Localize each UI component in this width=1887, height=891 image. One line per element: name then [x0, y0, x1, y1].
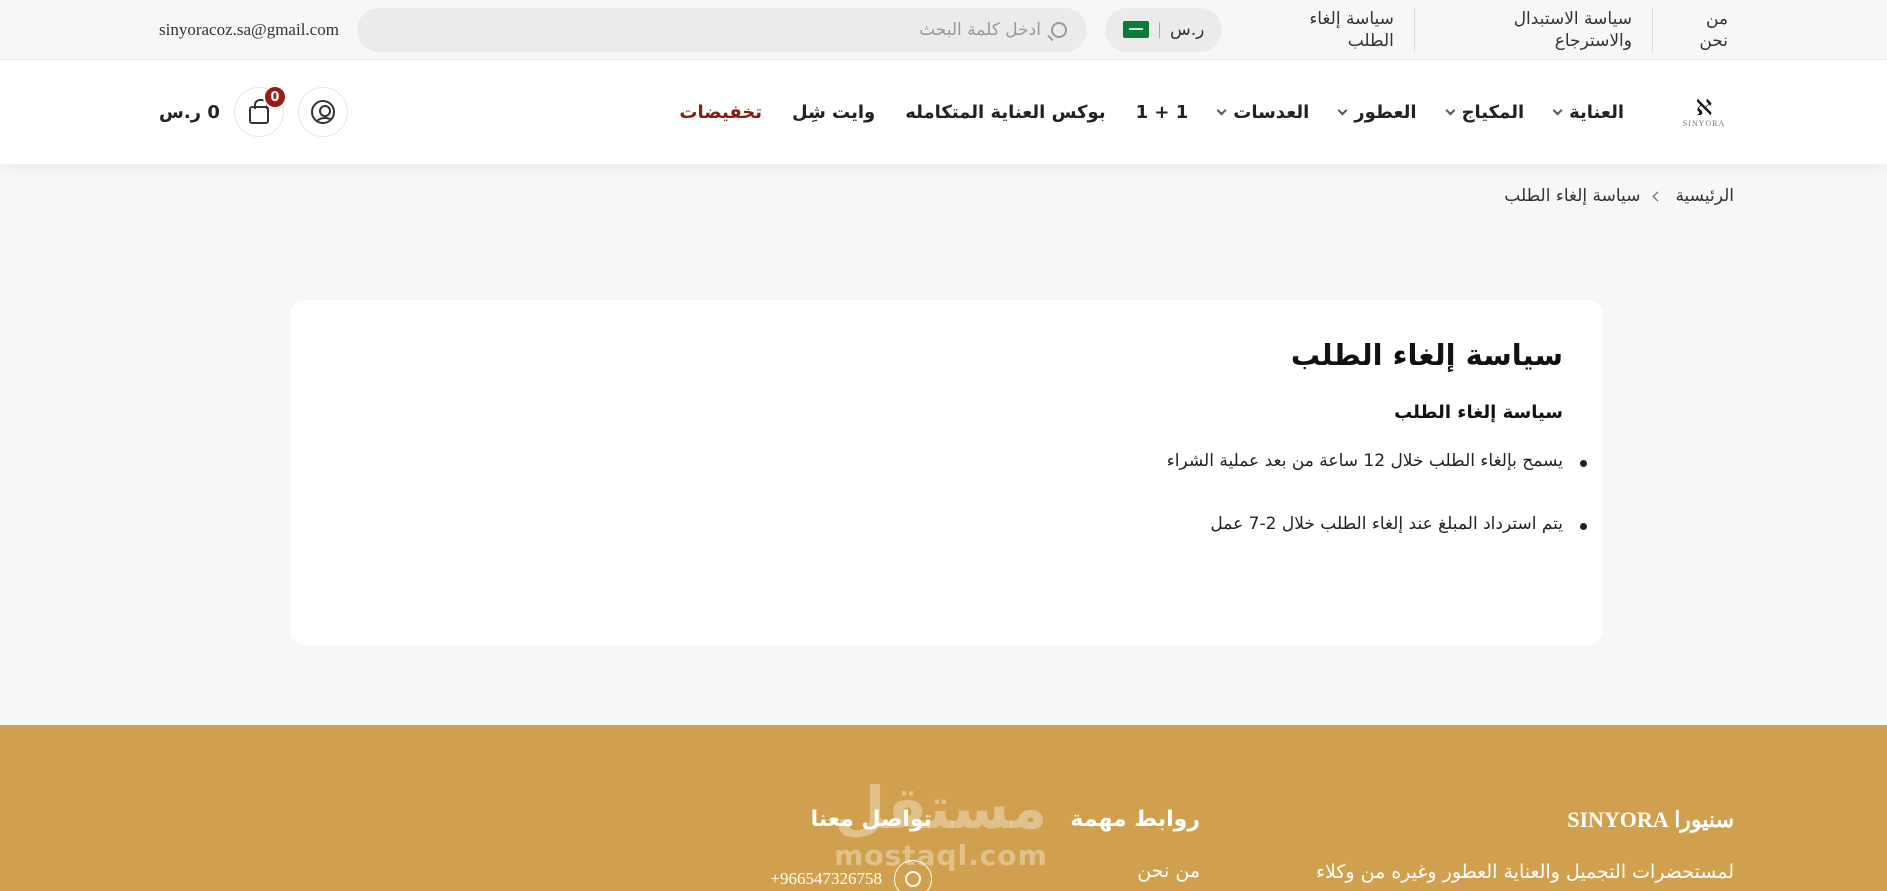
- chevron-down-icon: [1216, 105, 1227, 115]
- footer-link-about[interactable]: من نحن: [1070, 860, 1200, 882]
- breadcrumb-current: سياسة إلغاء الطلب: [1504, 186, 1641, 206]
- nav-item-care[interactable]: العناية: [1552, 101, 1624, 123]
- list-item: يتم استرداد المبلغ عند إلغاء الطلب خلال …: [330, 514, 1587, 534]
- breadcrumb-home[interactable]: الرئيسية: [1675, 186, 1734, 206]
- header-actions: 0 0 ر.س: [159, 85, 348, 137]
- main-nav: العناية المكياج العطور العدسات 1 + 1 بوك…: [679, 102, 1624, 123]
- phone-number: +966547326758: [770, 869, 882, 888]
- currency-label: ر.س: [1169, 19, 1205, 40]
- cart-button[interactable]: 0: [233, 85, 287, 137]
- breadcrumb: الرئيسية سياسة إلغاء الطلب: [1504, 186, 1734, 206]
- top-links: من نحن سياسة الاستبدال والاسترجاع سياسة …: [1240, 7, 1728, 52]
- chevron-left-icon: [1652, 191, 1663, 201]
- nav-label: العطور: [1354, 101, 1417, 123]
- footer-links: روابط مهمة من نحن: [1070, 807, 1200, 882]
- currency-selector[interactable]: ر.س: [1104, 7, 1223, 52]
- chevron-down-icon: [1552, 105, 1563, 115]
- section-heading: سياسة إلغاء الطلب: [1394, 402, 1563, 423]
- policy-list: يسمح بإلغاء الطلب خلال 12 ساعة من بعد عم…: [330, 451, 1587, 534]
- policy-card: سياسة إلغاء الطلب سياسة إلغاء الطلب يسمح…: [290, 300, 1603, 645]
- user-icon: [310, 100, 335, 124]
- footer-brand-title: سنيورا SINYORA: [1567, 807, 1734, 832]
- nav-item-sales[interactable]: تخفيضات: [679, 102, 762, 123]
- nav-label: العناية: [1569, 101, 1624, 123]
- logo-mark-icon: ℵ: [1695, 94, 1713, 120]
- nav-item-one-plus-one[interactable]: 1 + 1: [1136, 102, 1189, 123]
- divider: [1158, 21, 1160, 38]
- footer: مستقل mostaql.com سنيورا SINYORA لمستحضر…: [0, 725, 1887, 891]
- chevron-down-icon: [1337, 105, 1348, 115]
- footer-contact: تواصل معنا +966547326758: [770, 807, 932, 891]
- top-bar: من نحن سياسة الاستبدال والاسترجاع سياسة …: [0, 0, 1887, 60]
- nav-item-care-box[interactable]: بوكس العناية المتكامله: [905, 102, 1105, 123]
- footer-contact-title: تواصل معنا: [810, 807, 932, 832]
- main-header: ℵ SINYORA العناية المكياج العطور العدسات…: [0, 60, 1887, 164]
- top-link-about[interactable]: من نحن: [1651, 7, 1728, 52]
- list-item: يسمح بإلغاء الطلب خلال 12 ساعة من بعد عم…: [330, 451, 1587, 471]
- contact-email[interactable]: sinyoracoz.sa@gmail.com: [159, 20, 339, 40]
- account-button[interactable]: [297, 87, 348, 137]
- footer-brand: سنيورا SINYORA لمستحضرات التجميل والعناي…: [1316, 807, 1734, 883]
- nav-label: بوكس العناية المتكامله: [905, 101, 1106, 123]
- top-link-cancel-policy[interactable]: سياسة إلغاء الطلب: [1240, 8, 1414, 52]
- nav-label: وايت شِل: [792, 101, 876, 123]
- search-input[interactable]: ادخل كلمة البحث: [356, 7, 1087, 52]
- footer-brand-text: لمستحضرات التجميل والعناية العطور وغيره …: [1316, 861, 1734, 883]
- footer-links-title: روابط مهمة: [1070, 807, 1200, 832]
- whatsapp-contact[interactable]: +966547326758: [770, 860, 932, 891]
- nav-label: العدسات: [1233, 101, 1310, 123]
- page-title: سياسة إلغاء الطلب: [1290, 338, 1563, 372]
- nav-label: المكياج: [1461, 101, 1525, 123]
- top-link-exchange-policy[interactable]: سياسة الاستبدال والاسترجاع: [1413, 7, 1652, 52]
- nav-label: تخفيضات: [679, 101, 763, 123]
- cart-count-badge: 0: [262, 85, 287, 109]
- logo[interactable]: ℵ SINYORA: [1680, 94, 1728, 128]
- logo-word: SINYORA: [1682, 118, 1726, 128]
- nav-item-lenses[interactable]: العدسات: [1216, 101, 1310, 123]
- cart-total: 0 ر.س: [159, 101, 220, 123]
- whatsapp-icon: [894, 860, 932, 891]
- saudi-flag-icon: [1122, 21, 1149, 38]
- nav-item-makeup[interactable]: المكياج: [1445, 101, 1525, 123]
- shopping-bag-icon: [248, 98, 269, 124]
- search-icon: [1050, 21, 1067, 38]
- chevron-down-icon: [1445, 105, 1456, 115]
- nav-item-perfumes[interactable]: العطور: [1337, 101, 1417, 123]
- nav-item-white-shell[interactable]: وايت شِل: [792, 102, 875, 123]
- nav-label: 1 + 1: [1135, 101, 1189, 123]
- search-placeholder: ادخل كلمة البحث: [919, 19, 1041, 40]
